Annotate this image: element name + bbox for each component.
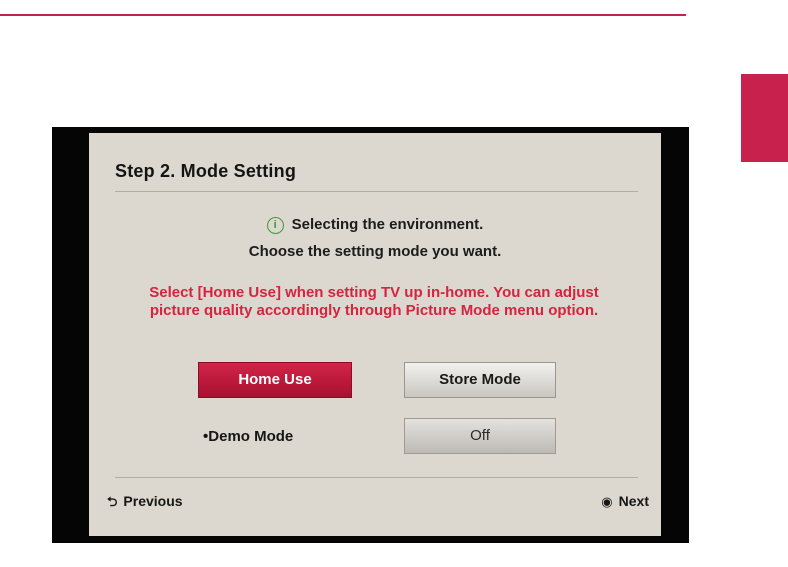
next-button[interactable]: ◉ Next xyxy=(601,493,649,510)
info-circle-icon: i xyxy=(266,217,284,234)
mode-setting-dialog: Step 2. Mode Setting i Selecting the envi… xyxy=(89,133,661,536)
title-divider xyxy=(115,191,638,192)
info-message: i Selecting the environment. xyxy=(89,216,661,234)
back-arrow-icon: ⮌ xyxy=(107,494,118,509)
home-use-button[interactable]: Home Use xyxy=(198,362,352,398)
dialog-title: Step 2. Mode Setting xyxy=(115,161,297,181)
previous-label: Previous xyxy=(123,493,183,509)
manual-page: Step 2. Mode Setting i Selecting the envi… xyxy=(0,0,788,567)
previous-button[interactable]: ⮌ Previous xyxy=(107,493,183,515)
ok-button-icon: ◉ xyxy=(601,494,613,509)
header-rule xyxy=(0,14,686,16)
store-mode-button[interactable]: Store Mode xyxy=(404,362,556,398)
demo-mode-label: •Demo Mode xyxy=(203,428,293,445)
section-tab xyxy=(741,74,788,162)
home-use-warning: Select [Home Use] when setting TV up in-… xyxy=(149,284,599,319)
instruction-text: Choose the setting mode you want. xyxy=(248,243,502,260)
demo-mode-off-button[interactable]: Off xyxy=(404,418,556,454)
demo-mode-text: Demo Mode xyxy=(208,428,294,445)
next-label: Next xyxy=(618,493,649,509)
info-text: Selecting the environment. xyxy=(291,216,484,233)
footer-divider xyxy=(115,477,638,478)
